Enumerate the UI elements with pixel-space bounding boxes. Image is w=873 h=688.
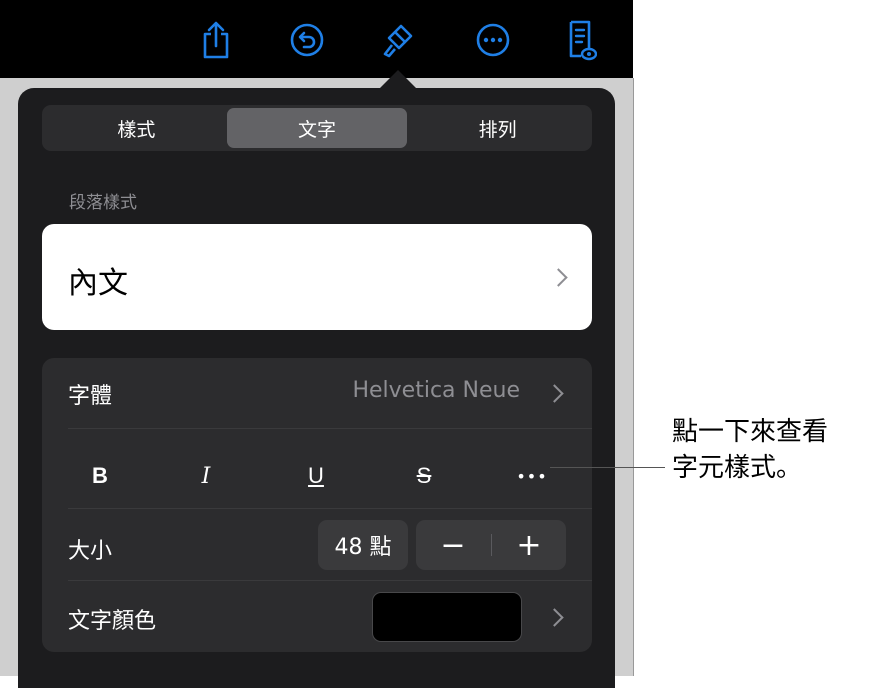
tab-text[interactable]: 文字 <box>226 108 408 148</box>
callout-annotation: 點一下來查看 字元樣式。 <box>672 414 828 486</box>
undo-icon[interactable] <box>287 18 327 62</box>
text-color-label: 文字顏色 <box>68 609 157 634</box>
popover-arrow <box>380 70 416 88</box>
decrease-size-button[interactable]: − <box>416 520 490 570</box>
font-size-value[interactable]: 48 點 <box>318 520 408 570</box>
callout-line <box>550 467 665 468</box>
font-size-stepper: − + <box>416 520 566 570</box>
inspector-tab-control: 樣式 文字 排列 <box>42 105 592 151</box>
format-brush-icon[interactable] <box>379 18 419 62</box>
divider <box>68 508 592 509</box>
callout-line-2: 字元樣式。 <box>672 453 803 483</box>
size-label: 大小 <box>68 539 113 564</box>
share-icon[interactable] <box>196 18 236 62</box>
underline-button[interactable]: U <box>286 456 346 496</box>
bold-button[interactable]: B <box>70 456 130 496</box>
chevron-right-icon <box>545 384 564 403</box>
paragraph-style-button[interactable]: 內文 <box>42 224 592 330</box>
font-settings-group: 字體 Helvetica Neue B I U S ••• 大小 48 點 − … <box>42 358 592 652</box>
font-value: Helvetica Neue <box>352 378 520 403</box>
more-icon[interactable] <box>473 18 513 62</box>
reading-view-icon[interactable] <box>560 18 600 62</box>
tab-arrange[interactable]: 排列 <box>407 108 588 148</box>
font-label: 字體 <box>68 384 113 409</box>
italic-button[interactable]: I <box>176 456 236 496</box>
chevron-right-icon[interactable] <box>545 608 564 627</box>
tab-style[interactable]: 樣式 <box>46 108 227 148</box>
increase-size-button[interactable]: + <box>492 520 566 570</box>
font-row[interactable]: 字體 Helvetica Neue <box>42 358 592 428</box>
paragraph-style-value: 內文 <box>68 266 128 301</box>
chevron-right-icon <box>549 268 568 287</box>
top-toolbar <box>0 0 633 78</box>
paragraph-style-section-label: 段落樣式 <box>69 193 137 213</box>
divider <box>68 428 592 429</box>
text-color-swatch[interactable] <box>372 592 522 642</box>
format-inspector-panel: 樣式 文字 排列 段落樣式 內文 字體 Helvetica Neue B I U… <box>18 88 615 688</box>
divider <box>68 580 592 581</box>
strikethrough-button[interactable]: S <box>394 456 454 496</box>
callout-line-1: 點一下來查看 <box>672 417 829 447</box>
more-text-options-button[interactable]: ••• <box>502 456 562 496</box>
